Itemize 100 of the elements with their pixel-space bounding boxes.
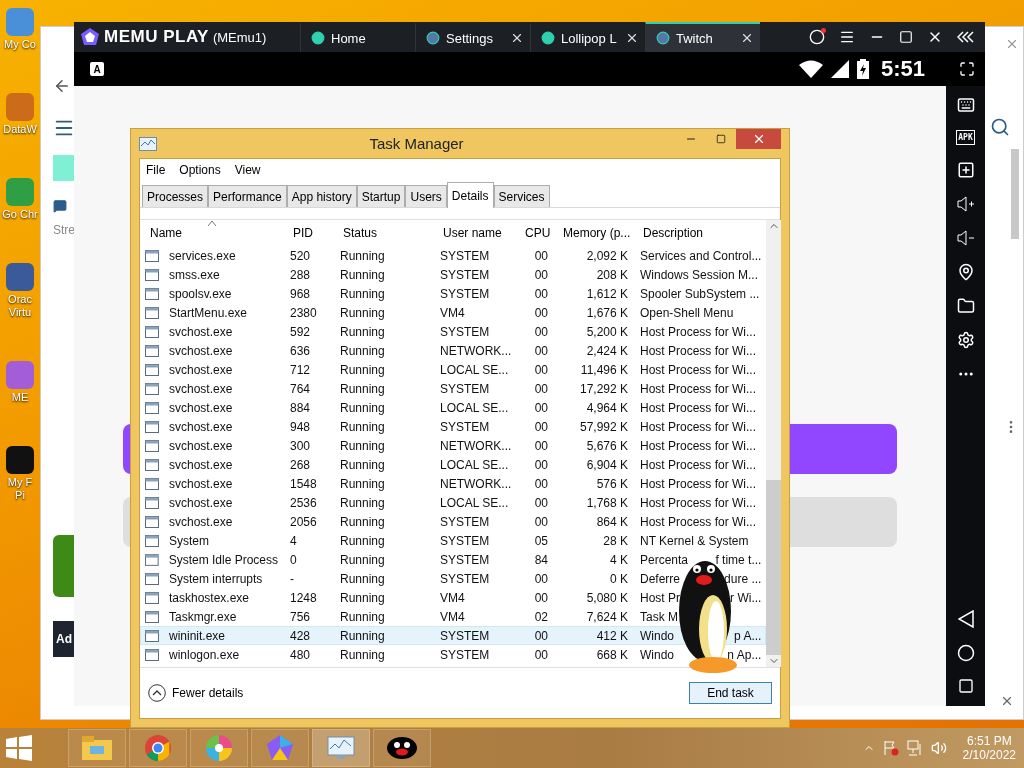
close-icon[interactable]: [510, 31, 524, 45]
process-row[interactable]: StartMenu.exe 2380 Running VM4 00 1,676 K Open-Shell Menu: [140, 303, 767, 322]
recents-icon[interactable]: [957, 678, 974, 694]
menu-item[interactable]: File: [146, 163, 166, 177]
description-text: Host Process for Wi...: [640, 495, 757, 510]
search-icon[interactable]: [989, 117, 1010, 137]
keyboard-icon[interactable]: [956, 96, 975, 114]
collapse-icon[interactable]: [957, 31, 975, 43]
memory-text: 208 K: [595, 267, 629, 282]
app-icon[interactable]: [6, 446, 34, 474]
menu-item[interactable]: Options: [179, 163, 221, 177]
location-icon[interactable]: [956, 263, 975, 281]
pid-text: 764: [289, 381, 312, 396]
folder-icon[interactable]: [956, 297, 975, 315]
process-icon: [145, 420, 159, 433]
pid-text: 592: [289, 324, 312, 339]
process-row[interactable]: smss.exe 288 Running SYSTEM 00 208 K Windows Session M...: [140, 265, 767, 284]
account-icon[interactable]: [809, 29, 825, 45]
process-row[interactable]: winlogon.exe 480 Running SYSTEM 00 668 K Windo n Ap...: [140, 645, 767, 664]
description-text: Host Process for Wi...: [640, 362, 757, 377]
column-header[interactable]: Name: [140, 226, 283, 240]
process-row[interactable]: svchost.exe 712 Running LOCAL SE... 00 11,496 K Host Process for Wi...: [140, 360, 767, 379]
tab[interactable]: Performance: [208, 185, 287, 207]
tab[interactable]: Startup: [356, 185, 406, 207]
process-row[interactable]: System 4 Running SYSTEM 05 28 K NT Kernel & System: [140, 531, 767, 550]
process-row[interactable]: services.exe 520 Running SYSTEM 00 2,092 K Services and Control...: [140, 246, 767, 265]
cpu-text: 00: [533, 457, 549, 472]
process-row[interactable]: svchost.exe 764 Running SYSTEM 00 17,292 K Host Process for Wi...: [140, 379, 767, 398]
menu-item[interactable]: View: [234, 163, 261, 177]
fullscreen-icon[interactable]: [959, 61, 975, 77]
flag-icon[interactable]: [882, 740, 899, 756]
taskbar-app[interactable]: [373, 729, 431, 767]
column-header[interactable]: User name: [433, 226, 515, 240]
process-row[interactable]: wininit.exe 428 Running SYSTEM 00 412 K Windo p A...: [140, 626, 767, 645]
process-row[interactable]: System Idle Process 0 Running SYSTEM 84 4 K Percenta f time t...: [140, 550, 767, 569]
process-row[interactable]: taskhostex.exe 1248 Running VM4 00 5,080 K Host Pr r Wi...: [140, 588, 767, 607]
apk-button[interactable]: APK: [956, 130, 975, 145]
pid-text: 1248: [289, 590, 318, 605]
column-header[interactable]: PID: [283, 226, 333, 240]
start-icon[interactable]: [6, 735, 32, 761]
status-text: Running: [339, 343, 386, 358]
status-text: Running: [339, 324, 386, 339]
end-task-button[interactable]: End task: [689, 682, 772, 704]
process-row[interactable]: Taskmgr.exe 756 Running VM4 02 7,624 K Task M: [140, 607, 767, 626]
status-text: Running: [339, 552, 386, 567]
process-row[interactable]: svchost.exe 2536 Running LOCAL SE... 00 1,768 K Host Process for Wi...: [140, 493, 767, 512]
close-icon[interactable]: [740, 31, 754, 45]
process-row[interactable]: svchost.exe 2056 Running SYSTEM 00 864 K Host Process for Wi...: [140, 512, 767, 531]
volume-up-icon[interactable]: [956, 195, 975, 213]
volume-icon[interactable]: [930, 740, 947, 756]
process-icon: [145, 268, 159, 281]
user-text: LOCAL SE...: [439, 495, 510, 510]
process-row[interactable]: svchost.exe 268 Running LOCAL SE... 00 6,904 K Host Process for Wi...: [140, 455, 767, 474]
fewer-details-button[interactable]: Fewer details: [148, 684, 244, 702]
process-row[interactable]: svchost.exe 1548 Running NETWORK... 00 576 K Host Process for Wi...: [140, 474, 767, 493]
process-icon: [145, 401, 159, 414]
volume-down-icon[interactable]: [956, 229, 975, 247]
process-icon: [145, 629, 159, 642]
close-icon[interactable]: [625, 31, 639, 45]
process-icon: [145, 477, 159, 490]
cpu-text: 84: [533, 552, 549, 567]
process-row[interactable]: spoolsv.exe 968 Running SYSTEM 00 1,612 K Spooler SubSystem ...: [140, 284, 767, 303]
user-text: SYSTEM: [439, 381, 491, 396]
process-row[interactable]: svchost.exe 948 Running SYSTEM 00 57,992 K Host Process for Wi...: [140, 417, 767, 436]
cpu-text: 00: [533, 419, 549, 434]
column-header[interactable]: Description: [633, 226, 767, 240]
tab[interactable]: App history: [286, 185, 357, 207]
home-icon[interactable]: [956, 644, 975, 662]
back-icon[interactable]: [53, 77, 71, 95]
multi-window-icon[interactable]: [956, 161, 975, 179]
process-name: svchost.exe: [168, 381, 234, 396]
tab[interactable]: Details: [446, 182, 494, 208]
process-row[interactable]: svchost.exe 636 Running NETWORK... 00 2,424 K Host Process for Wi...: [140, 341, 767, 360]
process-row[interactable]: svchost.exe 592 Running SYSTEM 00 5,200 K Host Process for Wi...: [140, 322, 767, 341]
cpu-text: 00: [533, 400, 549, 415]
menu-icon[interactable]: [839, 29, 855, 45]
process-row[interactable]: System interrupts - Running SYSTEM 00 0 K Deferre dure ...: [140, 569, 767, 588]
back-icon[interactable]: [957, 610, 974, 628]
tab[interactable]: Services: [493, 185, 550, 207]
process-icon: [145, 382, 159, 395]
status-text: Running: [339, 419, 386, 434]
emulator-tab[interactable]: Twitch: [645, 22, 760, 52]
scroll-thumb[interactable]: [766, 480, 782, 655]
status-text: Running: [339, 495, 386, 510]
pid-text: 428: [289, 628, 312, 643]
column-header[interactable]: CPU: [515, 226, 553, 240]
description-text: Host Process for Wi...: [640, 343, 757, 358]
status-text: Running: [339, 533, 386, 548]
column-header[interactable]: Memory (p...: [553, 226, 633, 240]
column-header[interactable]: Status: [333, 226, 433, 240]
tab[interactable]: Processes: [142, 185, 209, 207]
status-text: Running: [339, 514, 386, 529]
process-row[interactable]: svchost.exe 884 Running LOCAL SE... 00 4,964 K Host Process for Wi...: [140, 398, 767, 417]
process-row[interactable]: svchost.exe 300 Running NETWORK... 00 5,676 K Host Process for Wi...: [140, 436, 767, 455]
user-text: SYSTEM: [439, 248, 491, 263]
memory-text: 576 K: [595, 476, 629, 491]
app-icon: [426, 31, 440, 45]
settings-icon[interactable]: [956, 331, 975, 349]
memory-text: 1,768 K: [585, 495, 629, 510]
tab[interactable]: Users: [405, 185, 447, 207]
